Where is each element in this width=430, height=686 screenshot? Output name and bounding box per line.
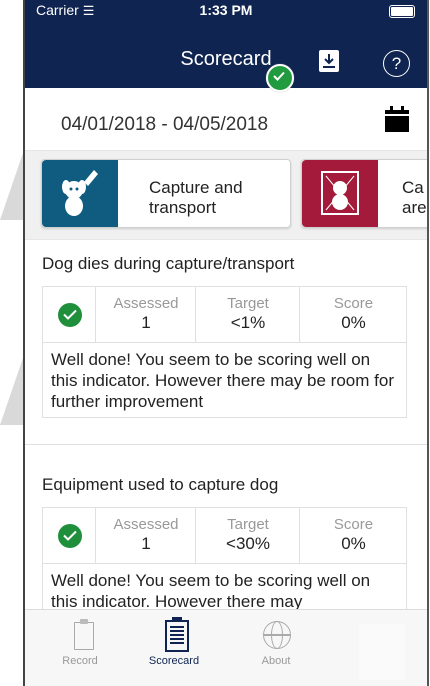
assessed-column: Assessed 1 [95,287,196,342]
indicator-card[interactable]: Assessed 1 Target <1% Score 0% Well done… [42,286,407,418]
assessed-value: 1 [141,313,151,332]
download-icon [323,54,335,68]
battery-icon [389,5,415,18]
target-value: <1% [230,313,266,332]
category-strip[interactable]: Capture and transport Ca are [25,150,427,240]
success-check-icon [58,524,82,548]
success-check-icon [58,303,82,327]
category-card-care[interactable]: Ca are [301,159,427,228]
tab-label: About [261,655,291,667]
globe-icon [263,621,291,649]
background-decoration [0,355,24,425]
target-label: Target [227,516,269,533]
nav-header: Carrier ☰ 1:33 PM Scorecard ? [25,0,427,88]
target-label: Target [227,295,269,312]
category-card-capture[interactable]: Capture and transport [41,159,291,228]
tab-about[interactable]: About [231,618,321,667]
section-divider [25,444,427,445]
phone-screen: Carrier ☰ 1:33 PM Scorecard ? 04/01/2018 … [23,0,429,686]
clock: 1:33 PM [199,2,253,18]
target-column: Target <1% [195,287,300,342]
indicator-message: Well done! You seem to be scoring well o… [43,342,406,412]
clipboard-icon [74,619,94,650]
assessed-label: Assessed [113,516,179,533]
score-column: Score 0% [299,508,407,563]
assessed-label: Assessed [113,295,179,312]
tab-label: Scorecard [148,655,200,667]
indicator-title: Equipment used to capture dog [42,475,279,494]
assessed-column: Assessed 1 [95,508,196,563]
target-value: <30% [226,534,270,553]
calendar-icon[interactable] [385,106,409,132]
date-range: 04/01/2018 - 04/05/2018 [61,114,269,135]
tab-label: Record [62,655,98,667]
scorecard-icon [165,617,189,652]
page-title: Scorecard [180,48,272,70]
score-column: Score 0% [299,287,407,342]
faded-dog-decoration [359,624,405,680]
category-label: Ca are [402,178,427,217]
indicator-stats: Assessed 1 Target <1% Score 0% [43,287,406,342]
dog-waving-icon [42,160,118,227]
tab-record[interactable]: Record [35,618,125,667]
help-button[interactable]: ? [383,50,410,77]
score-label: Score [333,295,374,312]
tab-scorecard[interactable]: Scorecard [129,617,219,667]
score-value: 0% [341,534,366,553]
score-value: 0% [341,313,366,332]
background-decoration [0,150,24,220]
indicator-title: Dog dies during capture/transport [42,254,295,273]
assessed-value: 1 [141,534,151,553]
date-range-row[interactable]: 04/01/2018 - 04/05/2018 [25,100,427,148]
indicator-stats: Assessed 1 Target <30% Score 0% [43,508,406,563]
caged-dog-icon [302,160,378,227]
download-button[interactable] [319,50,339,72]
status-bar: Carrier ☰ 1:33 PM [25,0,427,28]
indicator-message: Well done! You seem to be scoring well o… [43,563,406,612]
category-label: Capture and transport [149,178,243,217]
score-label: Score [333,516,374,533]
completed-check-icon [266,64,294,92]
target-column: Target <30% [195,508,300,563]
tab-bar: Record Scorecard About [25,609,427,686]
